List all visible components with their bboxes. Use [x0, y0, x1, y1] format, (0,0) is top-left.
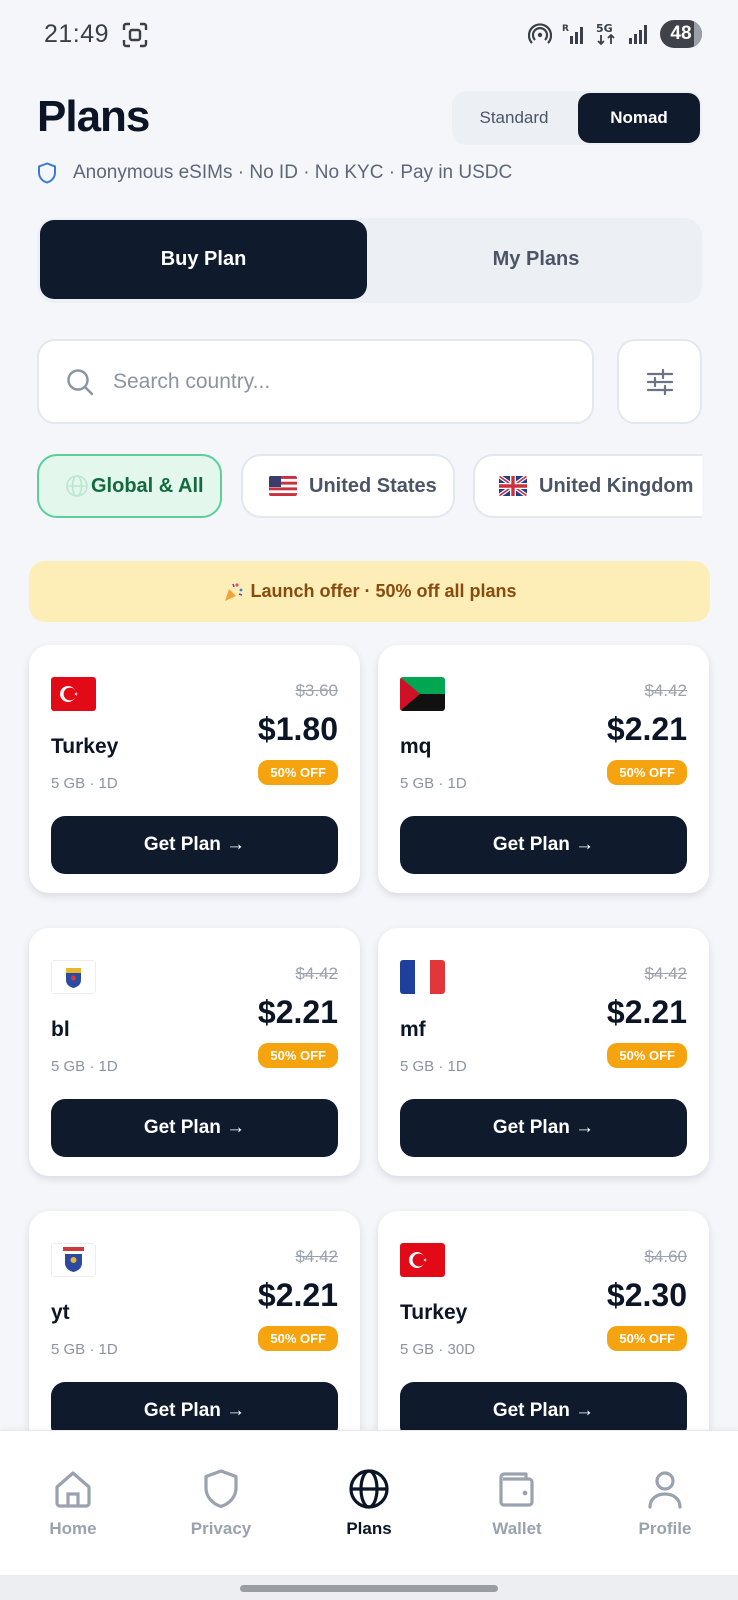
plan-country: bl [51, 1018, 70, 1041]
nav-privacy[interactable]: Privacy [161, 1467, 281, 1539]
nav-wallet[interactable]: Wallet [457, 1467, 577, 1539]
plan-meta: 5 GB · 1D [51, 775, 118, 792]
discount-badge: 50% OFF [607, 760, 687, 785]
get-plan-button[interactable]: Get Plan → [400, 1382, 687, 1430]
wallet-icon [499, 1472, 534, 1507]
plan-old-price: $4.60 [644, 1247, 687, 1266]
plan-card: bl 5 GB · 1D $4.42 $2.21 50% OFF Get Pla… [29, 928, 360, 1176]
plan-price: $2.30 [606, 1277, 687, 1313]
get-plan-button[interactable]: Get Plan → [400, 816, 687, 874]
martinique-flag-icon [400, 677, 445, 711]
plan-old-price: $4.42 [295, 964, 338, 983]
plan-price: $2.21 [257, 1277, 338, 1313]
gesture-bar [0, 1575, 738, 1600]
plan-card: Turkey 5 GB · 30D $4.60 $2.30 50% OFF Ge… [378, 1211, 709, 1430]
plan-card: mf 5 GB · 1D $4.42 $2.21 50% OFF Get Pla… [378, 928, 709, 1176]
plan-meta: 5 GB · 1D [51, 1341, 118, 1358]
bottom-nav: Home Privacy Plans Wallet Profile [0, 1430, 738, 1575]
discount-badge: 50% OFF [258, 1326, 338, 1351]
globe-icon [349, 1469, 389, 1509]
get-plan-button[interactable]: Get Plan → [51, 1099, 338, 1157]
plan-country: Turkey [400, 1301, 468, 1324]
plan-country: mf [400, 1018, 426, 1041]
saint-barthelemy-flag-icon [51, 960, 96, 994]
plan-card: yt 5 GB · 1D $4.42 $2.21 50% OFF Get Pla… [29, 1211, 360, 1430]
plan-country: yt [51, 1301, 70, 1324]
plan-price: $2.21 [606, 711, 687, 747]
plan-meta: 5 GB · 1D [51, 1058, 118, 1075]
get-plan-button[interactable]: Get Plan → [51, 1382, 338, 1430]
nav-privacy-label: Privacy [190, 1519, 252, 1538]
turkey-flag-icon [51, 677, 96, 711]
nav-profile-label: Profile [638, 1519, 692, 1538]
nav-plans[interactable]: Plans [309, 1467, 429, 1539]
plan-card: Turkey 5 GB · 1D $3.60 $1.80 50% OFF Get… [29, 645, 360, 893]
plan-meta: 5 GB · 1D [400, 1058, 467, 1075]
plan-old-price: $3.60 [295, 681, 338, 700]
discount-badge: 50% OFF [607, 1043, 687, 1068]
plan-old-price: $4.42 [644, 964, 687, 983]
discount-badge: 50% OFF [607, 1326, 687, 1351]
plans-grid: Turkey 5 GB · 1D $3.60 $1.80 50% OFF Get… [0, 0, 738, 1430]
plan-price: $2.21 [257, 994, 338, 1030]
nav-profile[interactable]: Profile [605, 1467, 725, 1539]
plan-price: $1.80 [257, 711, 338, 747]
turkey-flag-icon [400, 1243, 445, 1277]
plan-meta: 5 GB · 30D [400, 1341, 476, 1358]
plan-price: $2.21 [606, 994, 687, 1030]
home-indicator[interactable] [240, 1585, 498, 1592]
plan-country: Turkey [51, 735, 119, 758]
discount-badge: 50% OFF [258, 1043, 338, 1068]
get-plan-button[interactable]: Get Plan → [400, 1099, 687, 1157]
nav-wallet-label: Wallet [492, 1519, 542, 1538]
plan-old-price: $4.42 [295, 1247, 338, 1266]
plan-country: mq [400, 735, 432, 758]
user-icon [648, 1471, 682, 1509]
nav-home[interactable]: Home [13, 1467, 133, 1539]
battery-level: 48 [670, 23, 692, 44]
discount-badge: 50% OFF [258, 760, 338, 785]
get-plan-button[interactable]: Get Plan → [51, 816, 338, 874]
shield-icon [204, 1469, 238, 1509]
nav-home-label: Home [49, 1519, 97, 1538]
nav-plans-label: Plans [346, 1519, 392, 1538]
mayotte-flag-icon [51, 1243, 96, 1277]
plan-old-price: $4.42 [644, 681, 687, 700]
france-flag-icon [400, 960, 445, 994]
home-icon [55, 1471, 91, 1508]
plan-card: mq 5 GB · 1D $4.42 $2.21 50% OFF Get Pla… [378, 645, 709, 893]
plan-meta: 5 GB · 1D [400, 775, 467, 792]
